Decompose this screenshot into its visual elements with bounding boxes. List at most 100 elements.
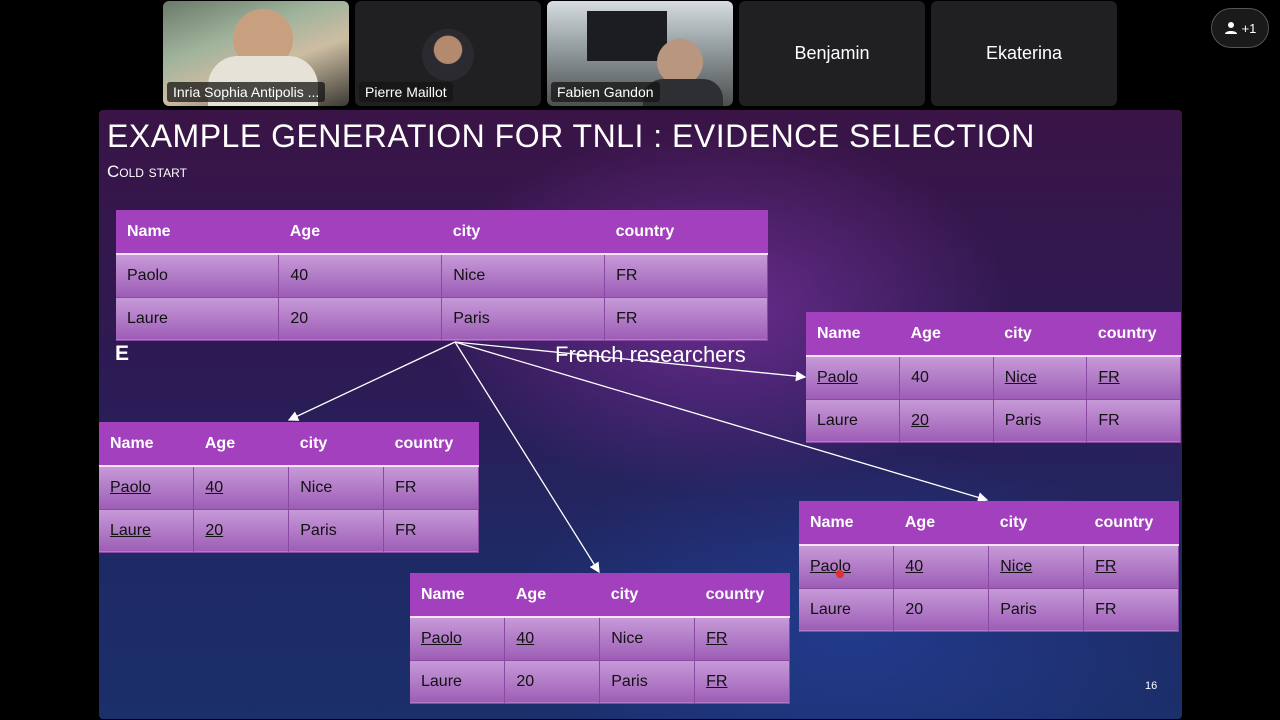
table-cell: Laure <box>799 588 895 632</box>
evidence-table-right-bottom: Name Age city country Paolo 40 Nice FR Laure 20 Pa… <box>799 501 1179 632</box>
table-cell: Nice <box>441 254 606 298</box>
evidence-table-right-top: Name Age city country Paolo 40 Nice FR Laure 20 Pa… <box>806 312 1181 443</box>
table-cell: Laure <box>99 509 195 553</box>
table-cell: Laure <box>410 660 506 704</box>
column-header: country <box>383 422 479 467</box>
column-header: Name <box>99 422 194 467</box>
column-header: country <box>1083 501 1179 546</box>
column-header: city <box>993 312 1087 357</box>
table-cell: 40 <box>193 466 290 510</box>
table-cell: Nice <box>599 617 696 661</box>
column-header: Age <box>893 501 989 546</box>
person-icon <box>1224 22 1237 34</box>
table-cell: Nice <box>993 356 1088 400</box>
table-cell: Paolo <box>116 254 280 298</box>
table-cell: Paolo <box>410 617 506 661</box>
table-header-row: Name Age city country <box>806 312 1181 357</box>
column-header: Age <box>504 573 600 618</box>
table-cell: 20 <box>504 660 601 704</box>
column-header: Name <box>806 312 900 357</box>
column-header: Age <box>899 312 994 357</box>
table-header-row: Name Age city country <box>799 501 1179 546</box>
table-cell: FR <box>383 466 479 510</box>
table-cell: 20 <box>193 509 290 553</box>
table-cell: FR <box>1086 356 1181 400</box>
more-participants-button[interactable]: +1 <box>1211 8 1269 48</box>
table-cell: FR <box>604 254 768 298</box>
participant-tile-ekaterina[interactable]: Ekaterina <box>931 1 1117 106</box>
table-cell: Nice <box>988 545 1085 589</box>
table-cell: FR <box>1083 545 1179 589</box>
table-cell: Paolo <box>99 466 195 510</box>
table-cell: FR <box>604 297 768 341</box>
table-cell: Paolo <box>799 545 895 589</box>
source-table: Name Age city country Paolo 40 Nice FR Laure 20 Pa… <box>116 210 768 341</box>
table-cell: Paris <box>288 509 385 553</box>
hypothesis-label: French researchers <box>555 342 746 367</box>
column-header: country <box>604 210 768 255</box>
participant-tile-inria[interactable]: Inria Sophia Antipolis ... <box>163 1 349 106</box>
page-number: 16 <box>1145 680 1158 692</box>
table-cell: 40 <box>893 545 990 589</box>
participant-name: Benjamin <box>794 43 870 63</box>
participant-tile-benjamin[interactable]: Benjamin <box>739 1 925 106</box>
table-cell: Paris <box>441 297 606 341</box>
participant-name: Fabien Gandon <box>551 82 660 102</box>
column-header: Age <box>193 422 289 467</box>
column-header: city <box>288 422 384 467</box>
table-cell: FR <box>694 617 790 661</box>
table-cell: FR <box>1083 588 1179 632</box>
table-cell: FR <box>694 660 790 704</box>
column-header: Name <box>799 501 894 546</box>
evidence-set-label: E <box>115 342 130 365</box>
table-row: Laure 20 Paris FR <box>116 297 768 341</box>
table-cell: FR <box>1086 399 1181 443</box>
laser-pointer <box>836 570 844 578</box>
table-cell: Laure <box>116 297 280 341</box>
table-cell: Laure <box>806 399 901 443</box>
avatar <box>422 29 474 81</box>
column-header: city <box>599 573 695 618</box>
table-cell: Nice <box>288 466 385 510</box>
table-cell: 20 <box>278 297 443 341</box>
participant-name: Inria Sophia Antipolis ... <box>167 82 326 102</box>
table-cell: 40 <box>278 254 443 298</box>
column-header: Name <box>116 210 279 255</box>
column-header: country <box>694 573 790 618</box>
table-header-row: Name Age city country <box>410 573 790 618</box>
arrow-to-left-table <box>287 341 456 421</box>
column-header: country <box>1086 312 1181 357</box>
more-count: +1 <box>1241 20 1257 36</box>
table-row: Laure 20 Paris FR <box>99 509 479 553</box>
participant-tile-fabien[interactable]: Fabien Gandon <box>547 1 733 106</box>
table-cell: 40 <box>899 356 994 400</box>
table-cell: Paris <box>993 399 1088 443</box>
table-row: Paolo 40 Nice FR <box>799 545 1179 589</box>
table-cell: FR <box>383 509 479 553</box>
column-header: city <box>988 501 1084 546</box>
participant-name: Pierre Maillot <box>359 82 453 102</box>
column-header: Name <box>410 573 505 618</box>
table-row: Laure 20 Paris FR <box>410 660 790 704</box>
participant-tile-pierre[interactable]: Pierre Maillot <box>355 1 541 106</box>
table-header-row: Name Age city country <box>99 422 479 467</box>
participant-name: Ekaterina <box>985 43 1063 63</box>
column-header: city <box>441 210 605 255</box>
shared-slide: EXAMPLE GENERATION FOR TNLI : EVIDENCE S… <box>99 110 1182 719</box>
column-header: Age <box>278 210 442 255</box>
table-row: Paolo 40 Nice FR <box>410 617 790 661</box>
table-row: Laure 20 Paris FR <box>806 399 1181 443</box>
evidence-table-bottom: Name Age city country Paolo 40 Nice FR Laure 20 Pa… <box>410 573 790 704</box>
table-cell: 20 <box>893 588 990 632</box>
table-cell: Paris <box>988 588 1085 632</box>
table-cell: 20 <box>899 399 994 443</box>
table-cell: Paolo <box>806 356 901 400</box>
table-header-row: Name Age city country <box>116 210 768 255</box>
table-row: Paolo 40 Nice FR <box>806 356 1181 400</box>
table-cell: Paris <box>599 660 696 704</box>
table-row: Paolo 40 Nice FR <box>99 466 479 510</box>
table-row: Laure 20 Paris FR <box>799 588 1179 632</box>
table-cell: 40 <box>504 617 601 661</box>
participant-video-screen <box>587 11 667 61</box>
evidence-table-left: Name Age city country Paolo 40 Nice FR Laure 20 Pa… <box>99 422 479 553</box>
